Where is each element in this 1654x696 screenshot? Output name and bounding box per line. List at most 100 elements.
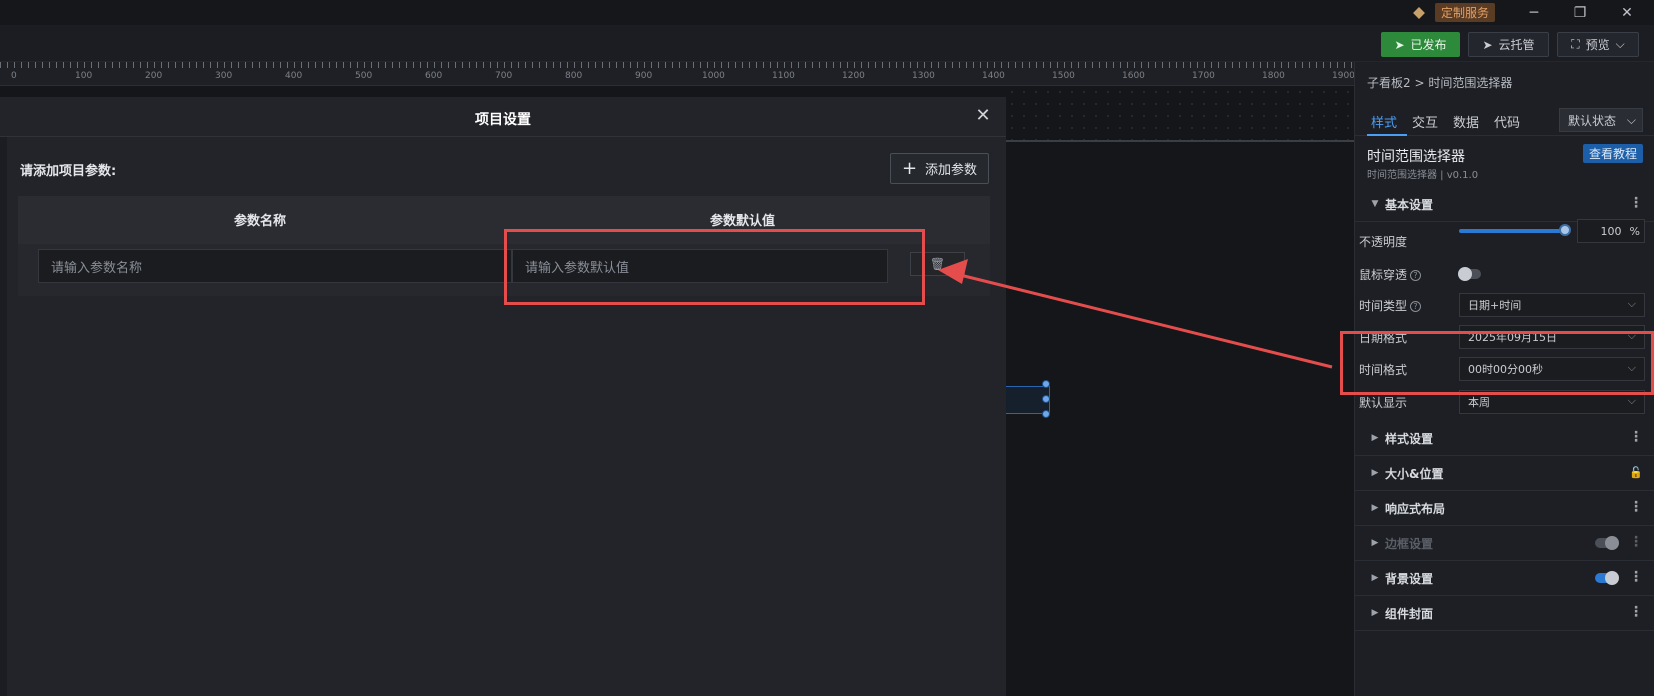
caret-right-icon: ▶ [1371,573,1379,583]
diamond-icon [1413,6,1425,19]
more-icon[interactable]: ⋮ [1629,534,1643,550]
published-label: 已发布 [1410,38,1447,52]
tab-style[interactable]: 样式 [1371,112,1397,131]
more-icon[interactable]: ⋮ [1629,569,1643,585]
resize-handle[interactable] [1042,380,1050,388]
help-icon[interactable]: ? [1410,270,1422,281]
section-label: 样式设置 [1385,431,1434,446]
tab-data[interactable]: 数据 [1453,112,1479,131]
section-size-position[interactable]: ▶ 大小&位置 🔓 [1355,456,1654,491]
time-type-select[interactable]: 日期+时间 ⌵ [1459,293,1645,317]
view-tutorial-button[interactable]: 查看教程 [1583,144,1644,163]
send-icon: ➤ [1394,37,1405,52]
custom-service-label: 定制服务 [1435,3,1496,22]
more-icon[interactable]: ⋮ [1629,604,1643,620]
section-label: 边框设置 [1385,536,1434,551]
close-icon[interactable]: ✕ [972,105,994,127]
default-show-value: 本周 [1468,396,1490,409]
border-toggle[interactable] [1595,536,1619,550]
dialog-title: 项目设置 [475,112,531,128]
mouse-through-label: 鼠标穿透? [1359,266,1422,283]
ruler-label: 0 [11,71,17,81]
ruler-label: 700 [495,71,513,81]
section-label: 背景设置 [1385,571,1434,586]
dialog-left-strip [0,137,7,696]
ruler-label: 900 [635,71,653,81]
section-basic[interactable]: ▼ 基本设置 ⋮ [1355,187,1654,222]
ruler-label: 200 [145,71,163,81]
caret-right-icon: ▶ [1371,608,1379,618]
tab-interaction[interactable]: 交互 [1412,112,1438,131]
tab-code[interactable]: 代码 [1494,112,1520,131]
mouse-through-toggle[interactable] [1458,267,1481,281]
section-border[interactable]: ▶ 边框设置 ⋮ [1355,526,1654,561]
ruler-label: 600 [425,71,443,81]
chevron-down-icon: ⌵ [1627,297,1636,310]
ruler-label: 300 [215,71,233,81]
ruler-label: 1400 [982,71,1005,81]
time-type-value: 日期+时间 [1468,299,1522,312]
caret-right-icon: ▶ [1371,433,1379,443]
param-name-input[interactable]: 请输入参数名称 [38,249,512,283]
section-background[interactable]: ▶ 背景设置 ⋮ [1355,561,1654,596]
trash-icon: 🗑 [929,257,946,271]
add-param-button[interactable]: + 添加参数 [890,153,989,184]
opacity-input[interactable]: 100 % [1577,219,1645,243]
ruler-label: 1900 [1332,71,1354,81]
close-window-button[interactable]: ✕ [1612,0,1642,25]
more-icon[interactable]: ⋮ [1629,195,1643,211]
plus-icon: + [901,157,918,179]
section-label: 响应式布局 [1385,501,1446,516]
help-icon[interactable]: ? [1410,301,1422,312]
panel-tabs: 样式 交互 数据 代码 默认状态 ⌵ [1355,102,1654,136]
add-params-prompt: 请添加项目参数: [20,164,117,179]
ruler-label: 500 [355,71,373,81]
project-settings-dialog: 项目设置 ✕ 请添加项目参数: + 添加参数 参数名称 参数默认值 请输入参数名… [0,97,1006,696]
section-label: 大小&位置 [1385,466,1444,481]
fullscreen-icon: ⛶ [1571,37,1580,51]
column-header-name: 参数名称 [234,214,287,229]
highlight-box [1340,331,1654,395]
time-type-label: 时间类型? [1359,297,1422,314]
published-button[interactable]: ➤ 已发布 [1381,32,1460,57]
active-tab-indicator [1367,134,1407,136]
lock-icon[interactable]: 🔓 [1629,466,1643,479]
horizontal-ruler: 0 100 200 300 400 500 600 700 800 900 10… [0,62,1354,86]
section-label: 组件封面 [1385,606,1434,621]
opacity-slider-knob[interactable] [1559,224,1571,236]
section-label: 基本设置 [1385,197,1434,212]
chevron-down-icon: ⌵ [1615,37,1625,51]
more-icon[interactable]: ⋮ [1629,429,1643,445]
toggle-knob [1458,267,1472,281]
preview-label: 预览 [1585,38,1610,52]
opacity-slider[interactable] [1459,229,1567,233]
resize-handle[interactable] [1042,395,1050,403]
more-icon[interactable]: ⋮ [1629,499,1643,515]
mouse-through-text: 鼠标穿透 [1359,268,1408,282]
highlight-box [504,229,925,305]
dialog-header: 项目设置 ✕ [0,97,1006,137]
restore-button[interactable]: ❐ [1565,0,1595,25]
section-cover[interactable]: ▶ 组件封面 ⋮ [1355,596,1654,631]
component-name: 时间范围选择器 [1367,149,1465,165]
ruler-label: 100 [75,71,93,81]
chevron-down-icon: ⌵ [1626,112,1636,127]
ruler-label: 1100 [772,71,795,81]
ruler-ticks [0,62,1354,68]
background-toggle[interactable] [1595,571,1619,585]
ruler-label: 1000 [702,71,725,81]
section-responsive[interactable]: ▶ 响应式布局 ⋮ [1355,491,1654,526]
section-style[interactable]: ▶ 样式设置 ⋮ [1355,421,1654,456]
breadcrumb[interactable]: 子看板2 > 时间范围选择器 [1367,74,1512,91]
title-bar: 定制服务 ─ ❐ ✕ [0,0,1654,25]
preview-button[interactable]: ⛶ 预览 ⌵ [1557,32,1639,57]
custom-service-badge[interactable]: 定制服务 [1413,3,1496,22]
resize-handle[interactable] [1042,410,1050,418]
minimize-button[interactable]: ─ [1519,0,1549,25]
cloud-hosting-button[interactable]: ➤ 云托管 [1468,32,1549,57]
state-select-value: 默认状态 [1568,113,1617,128]
chevron-down-icon: ⌵ [1627,394,1636,407]
opacity-label: 不透明度 [1359,235,1408,249]
ruler-label: 1200 [842,71,865,81]
state-select[interactable]: 默认状态 ⌵ [1559,108,1643,132]
